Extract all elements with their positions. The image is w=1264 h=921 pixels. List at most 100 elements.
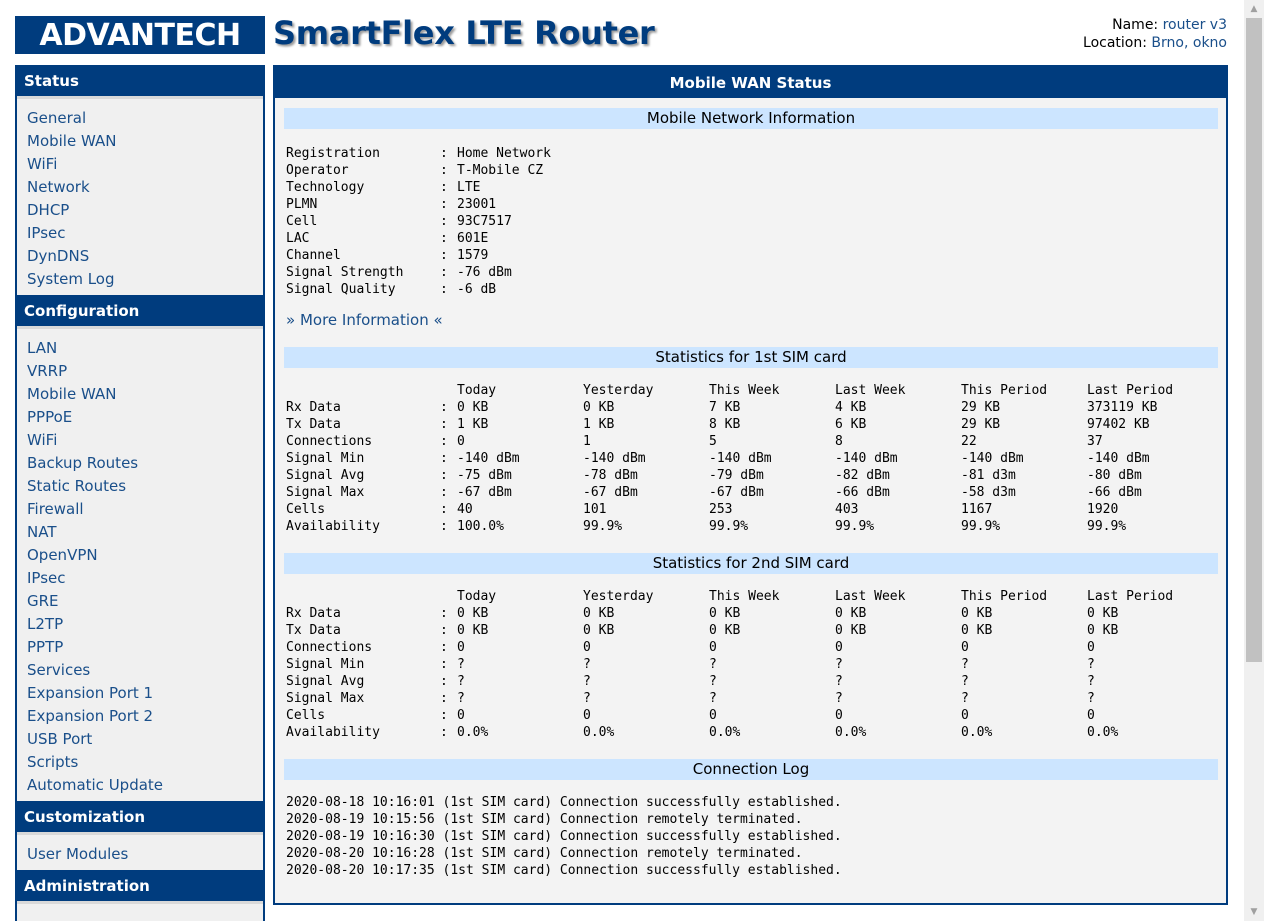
stats-column-header: Yesterday — [583, 383, 654, 398]
stats-cell: 0 KB — [457, 400, 489, 415]
sidebar-nav: Status General Mobile WAN WiFi Network DHCP IP… — [15, 65, 265, 921]
sim2-stats-header: Statistics for 2nd SIM card — [284, 553, 1218, 574]
sidebar-item-configuration-firewall[interactable]: Firewall — [17, 498, 263, 521]
sidebar-item-configuration-expansion-port-1[interactable]: Expansion Port 1 — [17, 682, 263, 705]
sidebar-item-status-mobile-wan[interactable]: Mobile WAN — [17, 130, 263, 153]
sidebar-item-configuration-lan[interactable]: LAN — [17, 337, 263, 360]
stats-row: Cells:40 101 253 403 1167 1920 — [286, 501, 1216, 518]
stats-cell: 7 KB — [709, 400, 741, 415]
network-info-value: Home Network — [457, 146, 551, 161]
app-title: SmartFlex LTE Router — [273, 14, 655, 52]
separator-colon: : — [440, 640, 448, 655]
stats-column-header: Last Week — [835, 589, 906, 604]
separator-colon: : — [440, 485, 448, 500]
sidebar-item-configuration-mobile-wan[interactable]: Mobile WAN — [17, 383, 263, 406]
separator-colon: : — [440, 400, 448, 415]
sidebar-item-status-wifi[interactable]: WiFi — [17, 153, 263, 176]
connection-log-header: Connection Log — [284, 759, 1218, 780]
network-info-label: Cell — [286, 214, 318, 229]
network-info-label: Technology — [286, 180, 365, 195]
sidebar-item-status-dhcp[interactable]: DHCP — [17, 199, 263, 222]
stats-cell: ? — [835, 691, 843, 706]
sidebar-item-configuration-services[interactable]: Services — [17, 659, 263, 682]
stats-cell: 29 KB — [961, 400, 1001, 415]
scroll-thumb[interactable] — [1246, 18, 1262, 662]
stats-cell: 1920 — [1087, 502, 1119, 517]
sidebar-list-status: General Mobile WAN WiFi Network DHCP IPsec Dyn… — [17, 99, 263, 295]
network-info-value: T-Mobile CZ — [457, 163, 544, 178]
stats-cell: 0 KB — [1087, 606, 1119, 621]
stats-header-row: Today Yesterday This Week Last Week This Per… — [286, 382, 1216, 399]
separator-colon: : — [440, 248, 448, 263]
stats-cell: -67 dBm — [709, 485, 764, 500]
sim1-stats-table: Today Yesterday This Week Last Week This Per… — [286, 382, 1216, 535]
sidebar-list-configuration: LAN VRRP Mobile WAN PPPoE WiFi Backup Routes S… — [17, 329, 263, 801]
stats-cell: 5 — [709, 434, 717, 449]
sidebar-item-configuration-automatic-update[interactable]: Automatic Update — [17, 774, 263, 797]
sidebar-item-configuration-wifi[interactable]: WiFi — [17, 429, 263, 452]
stats-cell: 8 — [835, 434, 843, 449]
sidebar-item-configuration-pppoe[interactable]: PPPoE — [17, 406, 263, 429]
stats-cell: ? — [583, 691, 591, 706]
separator-colon: : — [440, 197, 448, 212]
more-information-link[interactable]: » More Information « — [286, 311, 443, 329]
sidebar-item-configuration-nat[interactable]: NAT — [17, 521, 263, 544]
scroll-up-arrow-icon[interactable]: ▲ — [1244, 0, 1264, 18]
stats-row: Signal Max: -67 dBm -67 dBm -67 dBm -66 dBm -… — [286, 484, 1216, 501]
sidebar-item-status-general[interactable]: General — [17, 107, 263, 130]
sidebar-section-status: Status — [17, 65, 263, 99]
sidebar-item-configuration-gre[interactable]: GRE — [17, 590, 263, 613]
sidebar-item-configuration-openvpn[interactable]: OpenVPN — [17, 544, 263, 567]
sidebar-item-status-ipsec[interactable]: IPsec — [17, 222, 263, 245]
connection-log-entry: 2020-08-19 10:16:30 (1st SIM card) Conne… — [286, 829, 842, 844]
sidebar-item-customization-user-modules[interactable]: User Modules — [17, 843, 263, 866]
stats-cell: -67 dBm — [583, 485, 638, 500]
stats-cell: 1 — [583, 434, 591, 449]
stats-cell: -80 dBm — [1087, 468, 1142, 483]
sidebar-item-status-system-log[interactable]: System Log — [17, 268, 263, 291]
stats-cell: ? — [583, 657, 591, 672]
sidebar-item-configuration-scripts[interactable]: Scripts — [17, 751, 263, 774]
stats-cell: ? — [835, 657, 843, 672]
separator-colon: : — [440, 674, 448, 689]
stats-cell: 22 — [961, 434, 977, 449]
network-info-label: Channel — [286, 248, 341, 263]
scroll-down-arrow-icon[interactable]: ▼ — [1244, 903, 1264, 921]
stats-cell: ? — [1087, 657, 1095, 672]
network-info-header: Mobile Network Information — [284, 108, 1218, 129]
stats-row-label: Signal Max — [286, 691, 365, 706]
network-info-row: LAC:601E — [286, 230, 551, 247]
sidebar-item-status-dyndns[interactable]: DynDNS — [17, 245, 263, 268]
connection-log-entry: 2020-08-20 10:17:35 (1st SIM card) Conne… — [286, 863, 842, 878]
stats-cell: 0 KB — [583, 623, 615, 638]
stats-cell: 0 — [457, 640, 465, 655]
stats-cell: 99.9% — [835, 519, 875, 534]
stats-cell: 0 — [583, 640, 591, 655]
page-scrollbar[interactable]: ▲ ▼ — [1244, 0, 1264, 921]
router-name-link[interactable]: router v3 — [1163, 17, 1227, 33]
stats-row: Signal Min:?????? — [286, 656, 1216, 673]
stats-row-label: Signal Min — [286, 657, 365, 672]
separator-colon: : — [440, 468, 448, 483]
network-info-value: 23001 — [457, 197, 497, 212]
sidebar-item-configuration-backup-routes[interactable]: Backup Routes — [17, 452, 263, 475]
sidebar-item-status-network[interactable]: Network — [17, 176, 263, 199]
sidebar-item-configuration-ipsec[interactable]: IPsec — [17, 567, 263, 590]
stats-cell: 40 — [457, 502, 473, 517]
sidebar-item-configuration-expansion-port-2[interactable]: Expansion Port 2 — [17, 705, 263, 728]
sidebar-item-configuration-usb-port[interactable]: USB Port — [17, 728, 263, 751]
stats-cell: 29 KB — [961, 417, 1001, 432]
network-info-block: Registration: Home Network Operator: T-Mobi… — [286, 145, 551, 298]
sidebar-item-configuration-vrrp[interactable]: VRRP — [17, 360, 263, 383]
stats-row: Rx Data:0 KB 0 KB 0 KB 0 KB 0 KB 0 KB — [286, 605, 1216, 622]
stats-row-label: Tx Data — [286, 623, 341, 638]
stats-row-label: Tx Data — [286, 417, 341, 432]
stats-cell: 0 — [835, 640, 843, 655]
sidebar-item-configuration-l2tp[interactable]: L2TP — [17, 613, 263, 636]
network-info-label: LAC — [286, 231, 310, 246]
sidebar-item-configuration-static-routes[interactable]: Static Routes — [17, 475, 263, 498]
stats-cell: -82 dBm — [835, 468, 890, 483]
stats-cell: 0 KB — [583, 606, 615, 621]
sidebar-item-configuration-pptp[interactable]: PPTP — [17, 636, 263, 659]
router-location-link[interactable]: Brno, okno — [1151, 35, 1227, 51]
